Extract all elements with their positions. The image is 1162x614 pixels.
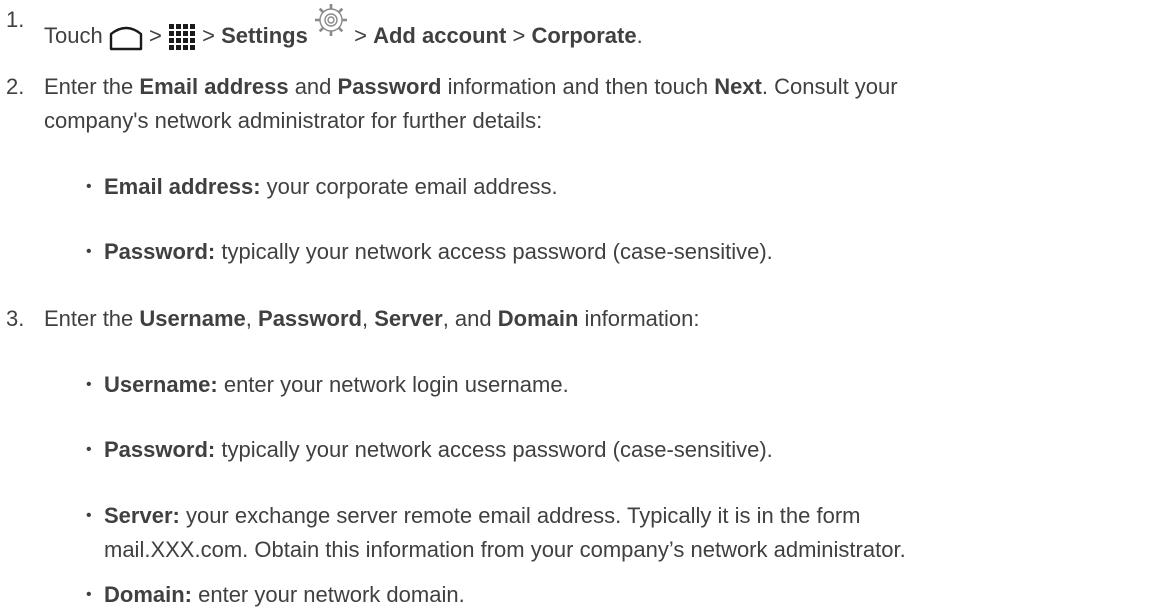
bullet-label: Password: — [104, 239, 216, 264]
bullet: • — [86, 178, 92, 195]
separator: > — [354, 23, 367, 48]
apps-icon — [168, 23, 196, 51]
next-label: Next — [714, 74, 762, 99]
domain-label: Domain — [497, 306, 579, 331]
server-label: Server — [374, 306, 443, 331]
text: , — [245, 306, 259, 331]
period: . — [636, 23, 643, 48]
settings-label: Settings — [221, 23, 308, 48]
bullet-desc: typically your network access password (… — [215, 239, 773, 264]
bullet-desc: your corporate email address. — [260, 174, 558, 199]
text: information and then touch — [441, 74, 715, 99]
text: , and — [442, 306, 498, 331]
separator: > — [512, 23, 526, 48]
text: Enter the — [44, 306, 140, 331]
instructions-document: 1. Touch > > Settings > Add account > Co… — [0, 0, 1162, 614]
bullet: • — [86, 376, 92, 393]
text: and — [288, 74, 338, 99]
bullet-text: Username: enter your network login usern… — [104, 368, 1144, 402]
separator: > — [148, 23, 162, 48]
bullet-text: Password: typically your network access … — [104, 433, 1144, 467]
text: . Consult your — [761, 74, 898, 99]
text: , — [361, 306, 375, 331]
bullet-label: Server: — [104, 503, 180, 528]
step-text: Enter the Username, Password, Server, an… — [44, 302, 1134, 336]
bullet: • — [86, 441, 92, 458]
password-label: Password — [337, 74, 442, 99]
bullet-text: Domain: enter your network domain. — [104, 578, 1144, 612]
home-icon — [109, 23, 143, 51]
corporate-label: Corporate — [531, 23, 637, 48]
bullet: • — [86, 586, 92, 603]
bullet-label: Domain: — [104, 582, 192, 607]
bullet-label: Email address: — [104, 174, 261, 199]
bullet-desc: your exchange server remote email addres… — [179, 503, 861, 528]
username-label: Username — [139, 306, 246, 331]
bullet-label: Username: — [104, 372, 218, 397]
step-text: Enter the Email address and Password inf… — [44, 70, 1134, 138]
bullet-desc-line2: mail.XXX.com. Obtain this information fr… — [104, 537, 906, 562]
bullet-text: Password: typically your network access … — [104, 235, 1144, 269]
bullet-desc: typically your network access password (… — [215, 437, 773, 462]
password-label: Password — [258, 306, 362, 331]
bullet-desc: enter your network login username. — [217, 372, 569, 397]
step-number: 2. — [6, 74, 25, 99]
text: company's network administrator for furt… — [44, 108, 543, 133]
step-text: Touch > > Settings > Add account > Corpo… — [44, 3, 1134, 53]
gear-icon — [314, 3, 348, 37]
bullet-text: Email address: your corporate email addr… — [104, 170, 1144, 204]
step-number: 1. — [6, 7, 25, 32]
bullet-desc: enter your network domain. — [192, 582, 465, 607]
bullet: • — [86, 507, 92, 524]
add-account-label: Add account — [373, 23, 507, 48]
text: information: — [578, 306, 700, 331]
separator: > — [202, 23, 215, 48]
email-address-label: Email address — [139, 74, 289, 99]
step-number: 3. — [6, 306, 25, 331]
step-text-touch: Touch — [44, 23, 103, 48]
bullet-label: Password: — [104, 437, 216, 462]
text: Enter the — [44, 74, 140, 99]
bullet-text: Server: your exchange server remote emai… — [104, 499, 1144, 567]
bullet: • — [86, 243, 92, 260]
